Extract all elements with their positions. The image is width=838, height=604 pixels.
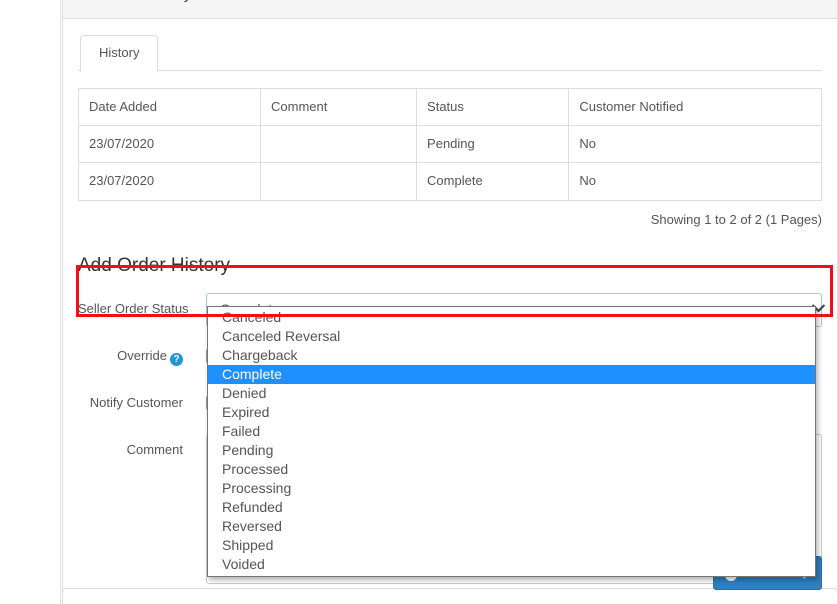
dropdown-option[interactable]: Voided: [208, 555, 815, 574]
table-row: 23/07/2020 Complete No: [77, 162, 822, 201]
cell-comment: [260, 125, 418, 164]
dropdown-option[interactable]: Failed: [208, 422, 815, 441]
table-header-row: Date Added Comment Status Customer Notif…: [77, 87, 822, 127]
dropdown-option[interactable]: Processed: [208, 460, 815, 479]
cell-status: Complete: [416, 162, 570, 201]
dropdown-option[interactable]: Canceled Reversal: [208, 327, 815, 346]
cell-date-added: 23/07/2020: [77, 125, 262, 164]
col-status: Status: [416, 87, 570, 127]
history-table: Date Added Comment Status Customer Notif…: [77, 87, 822, 201]
dropdown-option[interactable]: Chargeback: [208, 346, 815, 365]
cell-customer-notified: No: [568, 125, 822, 164]
col-comment: Comment: [260, 87, 418, 127]
dropdown-option[interactable]: Shipped: [208, 536, 815, 555]
cell-comment: [260, 162, 418, 201]
tab-bar: History: [78, 35, 822, 72]
table-row: 23/07/2020 Pending No: [77, 125, 822, 164]
comment-label: Comment: [126, 441, 183, 457]
override-label: Override?: [78, 340, 193, 366]
cell-date-added: 23/07/2020: [77, 162, 262, 201]
seller-order-status-dropdown[interactable]: Canceled Canceled Reversal Chargeback Compl…: [207, 306, 816, 577]
panel-heading: Order History: [63, 0, 837, 19]
dropdown-option[interactable]: Pending: [208, 441, 815, 460]
seller-order-status-label: Seller Order Status: [78, 300, 189, 316]
notify-customer-label: Notify Customer: [89, 394, 183, 410]
dropdown-option[interactable]: Expired: [208, 403, 815, 422]
add-order-history-title: Add Order History: [78, 254, 231, 276]
dropdown-option[interactable]: Processing: [208, 479, 815, 498]
cell-status: Pending: [416, 125, 570, 164]
dropdown-option[interactable]: Refunded: [208, 498, 815, 517]
override-label-text: Override: [117, 347, 167, 363]
comment-icon: [78, 0, 92, 3]
dropdown-option[interactable]: Reversed: [208, 517, 815, 536]
cell-customer-notified: No: [568, 162, 822, 201]
tab-history-label: History: [99, 45, 140, 60]
dropdown-option[interactable]: Denied: [208, 384, 815, 403]
tab-history[interactable]: History: [80, 35, 159, 72]
panel-title: Order History: [102, 0, 191, 3]
next-panel: [62, 588, 838, 604]
col-date-added: Date Added: [77, 87, 262, 127]
col-customer-notified: Customer Notified: [568, 87, 822, 127]
screenshot-root: Order History History Date Adde: [0, 0, 838, 604]
dropdown-option[interactable]: Canceled: [208, 308, 815, 327]
dropdown-option[interactable]: Complete: [208, 365, 815, 384]
question-circle-icon[interactable]: ?: [170, 352, 183, 366]
pagination-results: Showing 1 to 2 of 2 (1 Pages): [650, 211, 822, 227]
